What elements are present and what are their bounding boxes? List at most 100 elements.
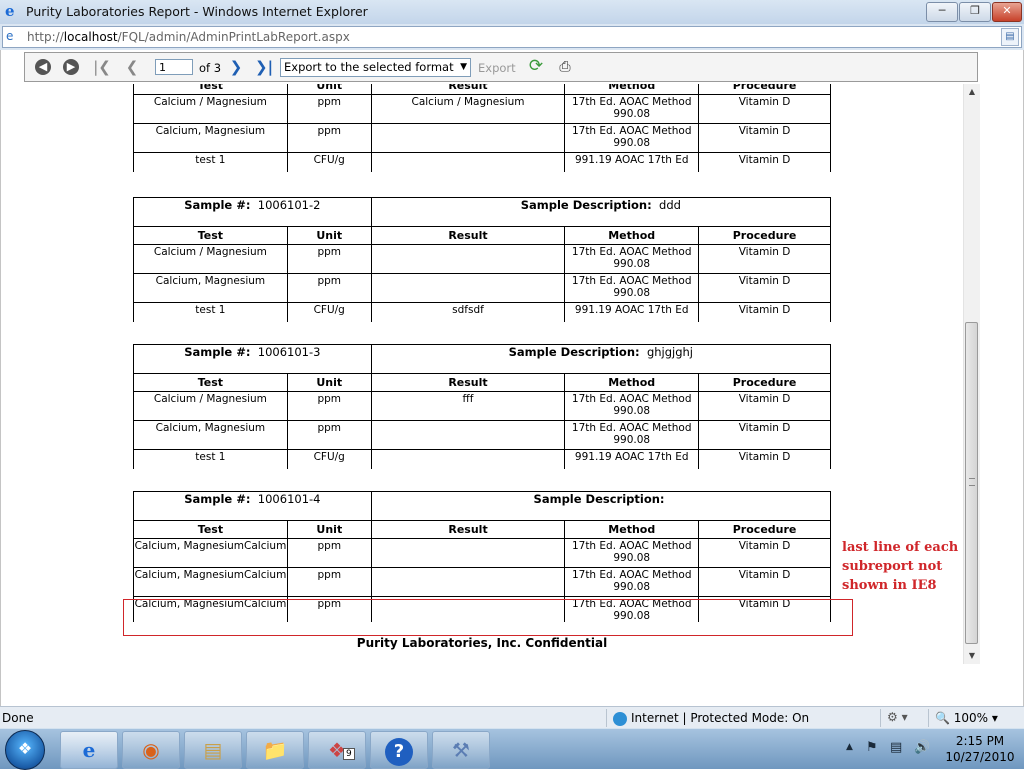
- column-header-unit: Unit: [286, 226, 372, 245]
- cell-result: [370, 449, 566, 469]
- cell-test: Calcium / Magnesium: [133, 391, 288, 421]
- cell-procedure: Vitamin D: [698, 94, 831, 124]
- flag-icon[interactable]: ⚑: [866, 740, 878, 755]
- taskbar-ie-icon[interactable]: e: [60, 731, 118, 769]
- start-button[interactable]: ❖: [5, 730, 45, 770]
- cell-procedure: Vitamin D: [698, 449, 831, 469]
- table-row: Calcium / Magnesium ppm Calcium / Magnes…: [133, 94, 831, 124]
- cell-method: 17th Ed. AOAC Method 990.08: [564, 567, 700, 597]
- cell-unit: CFU/g: [286, 152, 372, 172]
- network-icon[interactable]: ▤: [890, 740, 902, 755]
- vertical-scrollbar[interactable]: ▲ ▼: [963, 84, 980, 664]
- table-row: Calcium, MagnesiumCalcium ppm 17th Ed. A…: [133, 538, 831, 568]
- add-ons-icon[interactable]: ⚙ ▾: [887, 710, 908, 724]
- cell-test: Calcium, MagnesiumCalcium: [133, 538, 288, 568]
- cell-unit: ppm: [286, 123, 372, 153]
- address-bar: e http://localhost/FQL/admin/AdminPrintL…: [0, 24, 1024, 50]
- cell-method: 991.19 AOAC 17th Ed: [564, 449, 700, 469]
- windows-logo-icon: ❖: [17, 739, 33, 758]
- url-field[interactable]: e http://localhost/FQL/admin/AdminPrintL…: [2, 26, 1022, 48]
- cell-test: test 1: [133, 302, 288, 322]
- page-count-label: of 3: [199, 61, 222, 75]
- cell-unit: ppm: [286, 391, 372, 421]
- report-viewer-toolbar: ◀ ▶ |❮ ❮ 1 of 3 ❯ ❯| Export to the selec…: [24, 52, 978, 82]
- status-divider: [880, 709, 881, 727]
- security-zone[interactable]: Internet | Protected Mode: On: [613, 711, 809, 726]
- cell-result: [370, 123, 566, 153]
- table-row: Calcium, Magnesium ppm 17th Ed. AOAC Met…: [133, 420, 831, 450]
- column-header-unit: Unit: [286, 373, 372, 392]
- compatibility-view-icon[interactable]: ▤: [1001, 28, 1019, 46]
- column-header-method: Method: [564, 373, 700, 392]
- table-row: test 1 CFU/g 991.19 AOAC 17th Ed Vitamin…: [133, 152, 831, 172]
- column-header-test: Test: [133, 520, 288, 539]
- cell-method: 17th Ed. AOAC Method 990.08: [564, 244, 700, 274]
- back-icon[interactable]: ◀: [35, 59, 51, 75]
- sample-table: Sample #: 1006101-3 Sample Description: …: [133, 344, 832, 469]
- cell-test: Calcium, Magnesium: [133, 273, 288, 303]
- show-hidden-icons-icon[interactable]: ▲: [846, 742, 853, 752]
- previous-page-icon[interactable]: ❮: [123, 58, 141, 76]
- forward-icon[interactable]: ▶: [63, 59, 79, 75]
- scroll-down-icon[interactable]: ▼: [964, 648, 980, 664]
- taskbar-help-icon[interactable]: ?: [370, 731, 428, 769]
- export-format-select[interactable]: Export to the selected format ▼: [280, 58, 471, 77]
- taskbar-app-icon[interactable]: ❖ 9: [308, 731, 366, 769]
- volume-icon[interactable]: 🔊: [914, 740, 930, 755]
- export-link[interactable]: Export: [478, 61, 516, 75]
- cell-test: test 1: [133, 449, 288, 469]
- clock[interactable]: 2:15 PM 10/27/2010: [940, 733, 1020, 765]
- taskbar-firefox-icon[interactable]: ◉: [122, 731, 180, 769]
- cell-result: [370, 273, 566, 303]
- cell-test: Calcium, MagnesiumCalcium: [133, 567, 288, 597]
- sample-description: Sample Description: ddd: [370, 197, 832, 227]
- cell-unit: ppm: [286, 567, 372, 597]
- zoom-level[interactable]: 🔍 100% ▾: [935, 711, 998, 725]
- sample-description: Sample Description:: [370, 491, 832, 521]
- cell-unit: CFU/g: [286, 302, 372, 322]
- table-row: test 1 CFU/g 991.19 AOAC 17th Ed Vitamin…: [133, 449, 831, 469]
- cell-unit: ppm: [286, 538, 372, 568]
- scroll-thumb[interactable]: [965, 322, 978, 644]
- dropdown-arrow-icon: ▼: [460, 62, 467, 72]
- print-icon[interactable]: ⎙: [556, 58, 574, 76]
- status-divider: [928, 709, 929, 727]
- globe-icon: [613, 711, 627, 726]
- status-bar: Done Internet | Protected Mode: On ⚙ ▾ 🔍…: [0, 706, 1024, 729]
- column-header-result: Result: [370, 226, 566, 245]
- taskbar-windows-icon[interactable]: ▤: [184, 731, 242, 769]
- cell-result: [370, 567, 566, 597]
- table-row: Calcium / Magnesium ppm fff 17th Ed. AOA…: [133, 391, 831, 421]
- cell-unit: CFU/g: [286, 449, 372, 469]
- report-body: Test Unit Result Method Procedure Calciu…: [22, 84, 962, 656]
- next-page-icon[interactable]: ❯: [227, 58, 245, 76]
- first-page-icon[interactable]: |❮: [93, 58, 111, 76]
- column-header-test: Test: [133, 373, 288, 392]
- cell-procedure: Vitamin D: [698, 420, 831, 450]
- report-footer: Purity Laboratories, Inc. Confidential: [356, 636, 608, 650]
- cell-result: [370, 244, 566, 274]
- column-header-unit: Unit: [286, 84, 372, 95]
- page-number-input[interactable]: 1: [155, 59, 193, 75]
- close-button[interactable]: ✕: [992, 2, 1022, 22]
- refresh-icon[interactable]: ⟳: [526, 56, 546, 76]
- taskbar-tools-icon[interactable]: ⚒: [432, 731, 490, 769]
- sample-description: Sample Description: ghjgjghj: [370, 344, 832, 374]
- page-icon: e: [6, 29, 14, 43]
- window-title: Purity Laboratories Report - Windows Int…: [26, 4, 368, 19]
- column-header-procedure: Procedure: [698, 520, 831, 539]
- minimize-button[interactable]: ─: [926, 2, 958, 22]
- cell-method: 991.19 AOAC 17th Ed: [564, 302, 700, 322]
- cell-method: 17th Ed. AOAC Method 990.08: [564, 273, 700, 303]
- sample-table: Sample #: 1006101-2 Sample Description: …: [133, 197, 832, 322]
- url-text: http://localhost/FQL/admin/AdminPrintLab…: [27, 30, 350, 44]
- last-page-icon[interactable]: ❯|: [255, 58, 273, 76]
- cell-procedure: Vitamin D: [698, 123, 831, 153]
- cell-method: 17th Ed. AOAC Method 990.08: [564, 123, 700, 153]
- scroll-up-icon[interactable]: ▲: [964, 84, 980, 100]
- cell-procedure: Vitamin D: [698, 244, 831, 274]
- taskbar-explorer-icon[interactable]: 📁: [246, 731, 304, 769]
- maximize-button[interactable]: ❐: [959, 2, 991, 22]
- cell-procedure: Vitamin D: [698, 567, 831, 597]
- column-header-result: Result: [370, 520, 566, 539]
